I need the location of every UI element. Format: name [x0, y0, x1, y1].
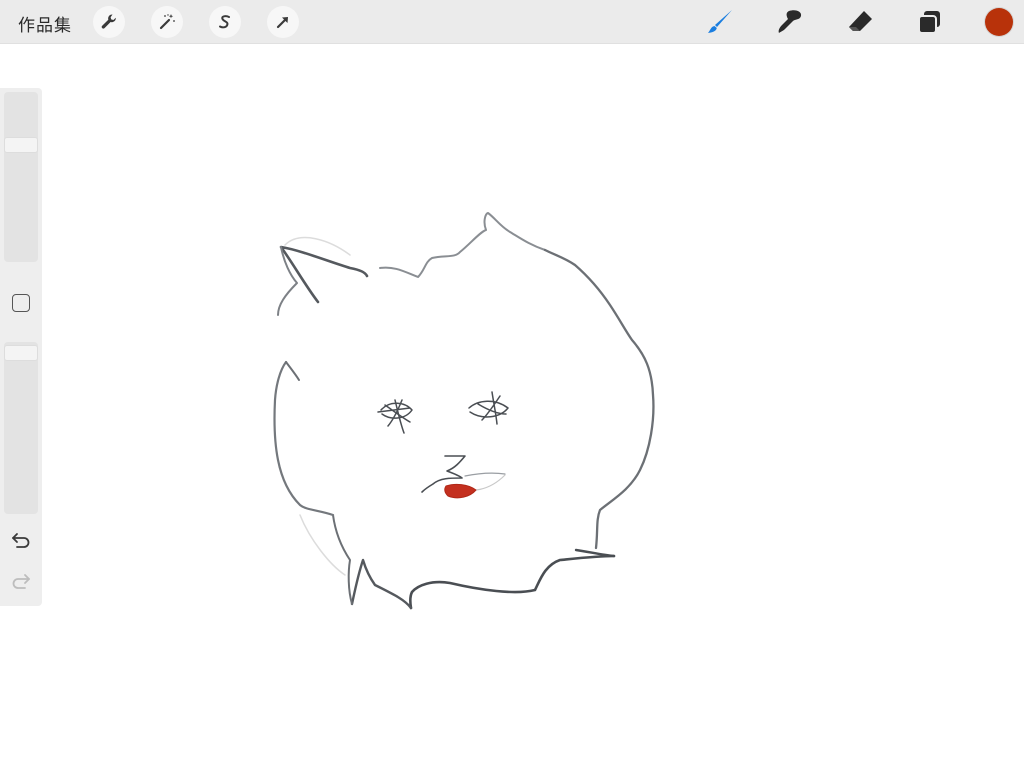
layers-tool[interactable] [914, 6, 946, 38]
smudge-icon [778, 10, 802, 33]
adjustments-button[interactable] [151, 6, 183, 38]
selection-button[interactable] [209, 6, 241, 38]
cat-sketch [273, 212, 655, 610]
color-swatch[interactable] [985, 8, 1013, 36]
actions-button[interactable] [93, 6, 125, 38]
brush-icon [708, 10, 732, 33]
smudge-tool[interactable] [774, 6, 806, 38]
selection-s-icon [219, 15, 230, 29]
layers-icon [918, 11, 940, 34]
magic-wand-icon [159, 14, 175, 30]
drawing-canvas[interactable] [0, 44, 1024, 768]
eraser-tool[interactable] [844, 6, 876, 38]
wrench-icon [101, 14, 116, 29]
transform-button[interactable] [267, 6, 299, 38]
top-toolbar: 作品集 [0, 0, 1024, 44]
brush-tool[interactable] [704, 6, 736, 38]
eraser-icon [849, 11, 872, 31]
gallery-button[interactable]: 作品集 [18, 11, 72, 36]
transform-arrow-icon [276, 17, 288, 29]
